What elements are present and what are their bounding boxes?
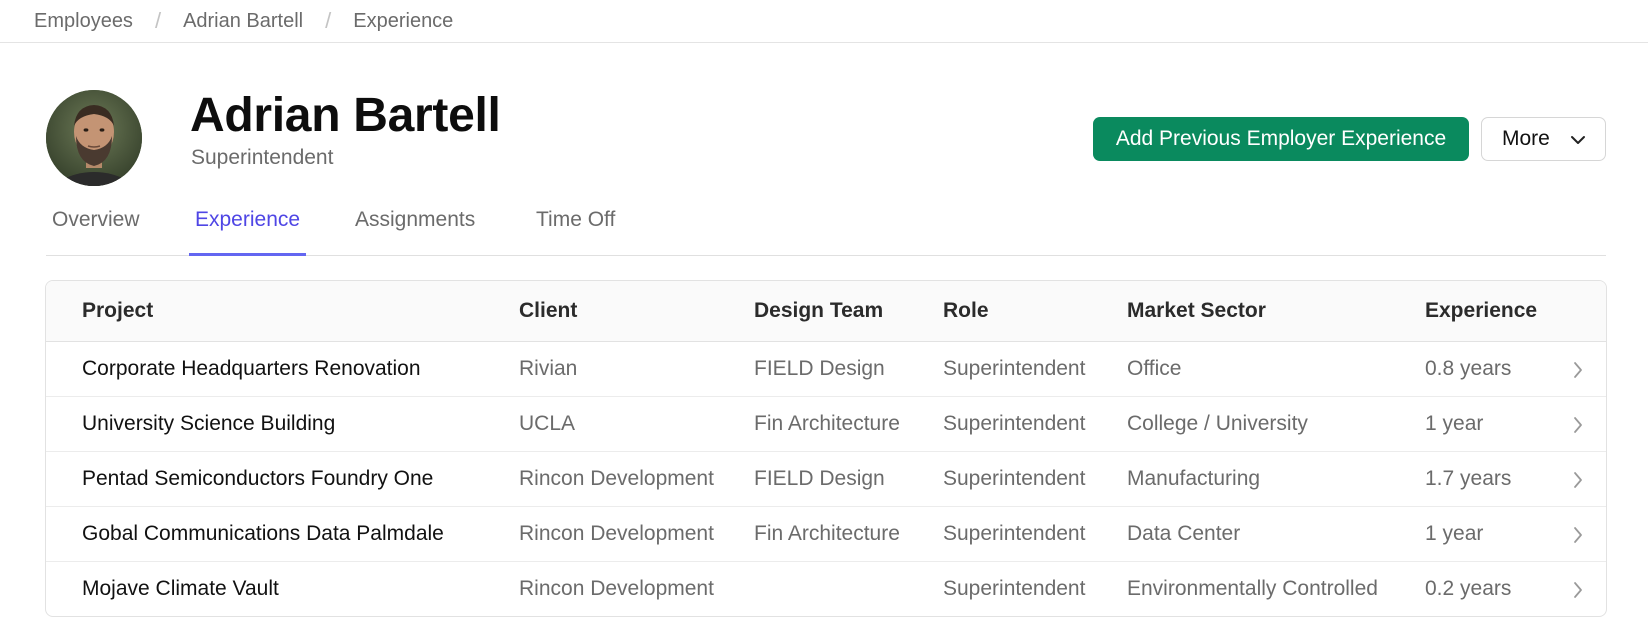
cell-design-team: Fin Architecture: [754, 412, 900, 435]
breadcrumb-item-employees[interactable]: Employees: [34, 10, 133, 33]
chevron-right-icon: [1574, 527, 1582, 543]
add-previous-employer-experience-button[interactable]: Add Previous Employer Experience: [1093, 117, 1469, 161]
cell-market-sector: Manufacturing: [1127, 467, 1261, 490]
cell-design-team: FIELD Design: [754, 357, 885, 380]
column-header-experience[interactable]: Experience: [1425, 299, 1537, 323]
cell-market-sector: Environmentally Controlled: [1127, 577, 1378, 600]
table-header: Project Client Design Team Role Market S…: [46, 281, 1606, 342]
cell-experience: 0.2 years: [1425, 577, 1512, 600]
more-menu-button[interactable]: More: [1481, 117, 1606, 161]
breadcrumb-separator: /: [325, 8, 332, 33]
cell-experience: 1 year: [1425, 412, 1484, 435]
chevron-right-icon: [1574, 417, 1582, 433]
cell-role: Superintendent: [943, 467, 1086, 490]
experience-table: Project Client Design Team Role Market S…: [45, 280, 1607, 617]
chevron-right-icon: [1574, 472, 1582, 488]
cell-design-team: Fin Architecture: [754, 522, 900, 545]
cell-project: Pentad Semiconductors Foundry One: [82, 467, 434, 490]
breadcrumb-item-employee[interactable]: Adrian Bartell: [183, 10, 303, 33]
cell-market-sector: College / University: [1127, 412, 1308, 435]
table-row[interactable]: Mojave Climate Vault Rincon Development …: [46, 562, 1606, 616]
cell-client: Rincon Development: [519, 577, 714, 600]
cell-project: Gobal Communications Data Palmdale: [82, 522, 444, 545]
table-row[interactable]: Pentad Semiconductors Foundry One Rincon…: [46, 452, 1606, 507]
cell-role: Superintendent: [943, 357, 1086, 380]
tab-bar: Overview Experience Assignments Time Off: [46, 196, 1606, 256]
breadcrumb: Employees / Adrian Bartell / Experience: [0, 0, 1648, 43]
cell-experience: 1.7 years: [1425, 467, 1512, 490]
cell-client: Rincon Development: [519, 467, 714, 490]
tab-time-off[interactable]: Time Off: [530, 208, 621, 256]
cell-market-sector: Data Center: [1127, 522, 1241, 545]
employee-name: Adrian Bartell: [190, 89, 501, 142]
cell-experience: 0.8 years: [1425, 357, 1512, 380]
column-header-project[interactable]: Project: [82, 299, 153, 323]
breadcrumb-item-current: Experience: [353, 9, 454, 32]
table-row[interactable]: Corporate Headquarters Renovation Rivian…: [46, 342, 1606, 397]
column-header-market-sector[interactable]: Market Sector: [1127, 299, 1266, 323]
cell-design-team: FIELD Design: [754, 467, 885, 490]
chevron-right-icon: [1574, 362, 1582, 378]
avatar-photo: [46, 90, 142, 186]
cell-role: Superintendent: [943, 522, 1086, 545]
cell-market-sector: Office: [1127, 357, 1182, 380]
cell-role: Superintendent: [943, 412, 1086, 435]
cell-client: Rincon Development: [519, 522, 714, 545]
avatar: [46, 90, 142, 186]
tab-assignments[interactable]: Assignments: [349, 208, 481, 256]
chevron-down-icon: [1571, 136, 1585, 144]
cell-project: Mojave Climate Vault: [82, 577, 279, 600]
employee-title: Superintendent: [191, 146, 334, 169]
column-header-design-team[interactable]: Design Team: [754, 299, 883, 323]
tab-experience[interactable]: Experience: [189, 208, 307, 256]
cell-project: University Science Building: [82, 412, 336, 435]
more-button-label: More: [1502, 127, 1550, 150]
table-row[interactable]: Gobal Communications Data Palmdale Rinco…: [46, 507, 1606, 562]
cell-project: Corporate Headquarters Renovation: [82, 357, 421, 380]
chevron-right-icon: [1574, 582, 1582, 598]
table-row[interactable]: University Science Building UCLA Fin Arc…: [46, 397, 1606, 452]
tab-overview[interactable]: Overview: [46, 208, 146, 256]
column-header-client[interactable]: Client: [519, 299, 577, 323]
cell-experience: 1 year: [1425, 522, 1484, 545]
breadcrumb-separator: /: [154, 8, 162, 33]
cell-client: Rivian: [519, 357, 578, 380]
column-header-role[interactable]: Role: [943, 299, 989, 323]
cell-role: Superintendent: [943, 577, 1086, 600]
cell-client: UCLA: [519, 412, 576, 435]
